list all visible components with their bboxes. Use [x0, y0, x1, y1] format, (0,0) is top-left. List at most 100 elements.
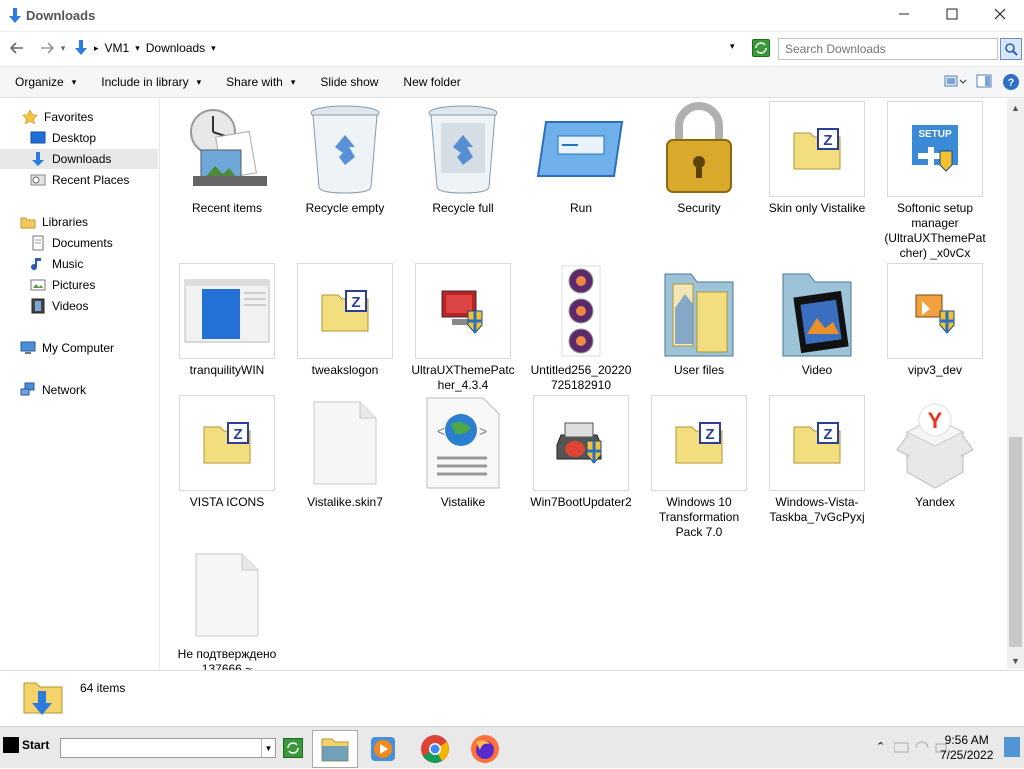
- close-button[interactable]: [976, 0, 1024, 28]
- share-with-button[interactable]: Share with ▾: [211, 75, 305, 89]
- orb-image-icon: [533, 263, 629, 359]
- organize-button[interactable]: Organize ▾: [0, 75, 86, 89]
- computer-icon: [20, 341, 36, 354]
- taskbar-media-player-button[interactable]: [360, 730, 406, 768]
- search-button[interactable]: [1000, 38, 1022, 60]
- file-item[interactable]: Z tweakslogon: [292, 263, 398, 378]
- sidebar-item-pictures[interactable]: Pictures: [0, 275, 158, 295]
- file-item[interactable]: Не подтверждено 137666.~: [174, 547, 280, 677]
- file-item[interactable]: Z VISTA ICONS: [174, 395, 280, 510]
- svg-text:Y: Y: [928, 408, 943, 433]
- sidebar-item-favorites[interactable]: Favorites: [0, 107, 158, 127]
- taskbar-address-input[interactable]: [60, 738, 276, 758]
- documents-icon: [32, 235, 44, 251]
- file-item[interactable]: Z Windows 10 Transformation Pack 7.0: [646, 395, 752, 540]
- help-button[interactable]: ?: [1002, 73, 1020, 94]
- scroll-up-button[interactable]: ▲: [1007, 99, 1024, 116]
- file-item[interactable]: Run: [528, 101, 634, 216]
- back-button[interactable]: [6, 37, 28, 59]
- include-in-library-button[interactable]: Include in library ▾: [86, 75, 211, 89]
- recent-items-icon: [179, 101, 275, 197]
- file-item[interactable]: Y Yandex: [882, 395, 988, 510]
- address-field[interactable]: ▸ VM1 ▾ Downloads ▾ ▾: [74, 37, 746, 59]
- file-item[interactable]: < > Vistalike: [410, 395, 516, 510]
- refresh-icon: [755, 42, 767, 54]
- videos-icon: [31, 298, 45, 314]
- refresh-button[interactable]: [752, 39, 770, 57]
- sidebar-item-documents[interactable]: Documents: [0, 233, 158, 253]
- refresh-icon: [287, 742, 299, 754]
- blank-file-icon: [297, 395, 393, 491]
- recent-locations-dropdown[interactable]: ▾: [58, 37, 68, 59]
- taskbar: Start ▼ ⌃ 9:56 AM 7/25/2022: [0, 726, 1024, 768]
- command-bar: Organize ▾ Include in library ▾ Share with…: [0, 66, 1024, 98]
- file-item[interactable]: UltraUXThemePatcher_4.3.4: [410, 263, 516, 393]
- file-item[interactable]: SETUP Softonic setup manager (UltraUXThe…: [882, 101, 988, 261]
- file-item[interactable]: vipv3_dev: [882, 263, 988, 378]
- chevron-down-icon: ▾: [211, 42, 216, 53]
- music-note-icon: [31, 258, 41, 271]
- file-item[interactable]: Recycle empty: [292, 101, 398, 216]
- sidebar-item-music[interactable]: Music: [0, 254, 158, 274]
- item-count: 64 items: [80, 681, 126, 695]
- navigation-pane: Favorites Desktop Downloads Recent Place…: [0, 99, 160, 669]
- show-desktop-button[interactable]: [1004, 737, 1020, 757]
- file-item[interactable]: Z Skin only Vistalike: [764, 101, 870, 216]
- start-logo-icon: [3, 737, 19, 753]
- chevron-down-icon: ▾: [71, 76, 77, 87]
- sidebar-item-downloads[interactable]: Downloads: [0, 149, 158, 169]
- sidebar-item-my-computer[interactable]: My Computer: [0, 338, 158, 358]
- chevron-down-icon[interactable]: ▼: [261, 739, 275, 757]
- search-input[interactable]: [778, 38, 998, 60]
- slide-show-button[interactable]: Slide show: [305, 75, 388, 89]
- file-item[interactable]: Vistalike.skin7: [292, 395, 398, 510]
- scroll-thumb[interactable]: [1009, 437, 1022, 647]
- sidebar-item-libraries[interactable]: Libraries: [0, 212, 158, 232]
- installer-icon: [415, 263, 511, 359]
- address-history-dropdown[interactable]: ▾: [730, 41, 735, 52]
- minimize-button[interactable]: [880, 0, 928, 28]
- taskbar-chrome-button[interactable]: [412, 730, 458, 768]
- svg-text:<: <: [437, 423, 445, 439]
- run-icon: [533, 101, 629, 197]
- vertical-scrollbar[interactable]: ▲ ▼: [1007, 99, 1024, 669]
- sidebar-item-desktop[interactable]: Desktop: [0, 128, 158, 148]
- forward-button[interactable]: [36, 37, 58, 59]
- svg-text:Z: Z: [233, 426, 242, 443]
- breadcrumb-vm1[interactable]: ▸ VM1 ▾: [94, 41, 140, 55]
- file-item[interactable]: Recycle full: [410, 101, 516, 216]
- show-hidden-icons-button[interactable]: ⌃: [876, 740, 885, 753]
- taskbar-firefox-button[interactable]: [462, 730, 508, 768]
- start-button[interactable]: Start: [3, 737, 49, 753]
- installer-icon: [887, 263, 983, 359]
- file-item[interactable]: Z Windows-Vista-Taskba_7vGcPyxj: [764, 395, 870, 525]
- file-item[interactable]: Untitled256_20220725182910: [528, 263, 634, 393]
- file-item[interactable]: tranquilityWIN: [174, 263, 280, 378]
- taskbar-go-button[interactable]: [283, 738, 303, 758]
- firefox-icon: [471, 735, 499, 763]
- file-item[interactable]: Win7BootUpdater2: [528, 395, 634, 510]
- breadcrumb-downloads[interactable]: Downloads ▾: [146, 41, 216, 55]
- sidebar-item-videos[interactable]: Videos: [0, 296, 158, 316]
- file-item[interactable]: User files: [646, 263, 752, 378]
- file-item[interactable]: Video: [764, 263, 870, 378]
- chevron-right-icon: ▸: [94, 42, 99, 53]
- maximize-button[interactable]: [928, 0, 976, 28]
- view-options-button[interactable]: [944, 73, 967, 94]
- new-folder-button[interactable]: New folder: [388, 75, 470, 89]
- scroll-down-button[interactable]: ▼: [1007, 652, 1024, 669]
- file-item[interactable]: Security: [646, 101, 752, 216]
- sidebar-item-recent-places[interactable]: Recent Places: [0, 170, 158, 190]
- sidebar-item-network[interactable]: Network: [0, 380, 158, 400]
- preview-pane-button[interactable]: [976, 73, 992, 94]
- svg-text:Z: Z: [705, 426, 714, 443]
- clock[interactable]: 9:56 AM 7/25/2022: [940, 733, 993, 763]
- file-item[interactable]: Recent items: [174, 101, 280, 216]
- taskbar-explorer-button[interactable]: [312, 730, 358, 768]
- network-icon: [20, 382, 35, 396]
- forward-arrow-icon: [41, 42, 54, 54]
- setup-icon: SETUP: [887, 101, 983, 197]
- downloads-arrow-icon: [75, 40, 87, 55]
- archive-icon: Z: [769, 395, 865, 491]
- downloads-folder-icon: [23, 682, 63, 715]
